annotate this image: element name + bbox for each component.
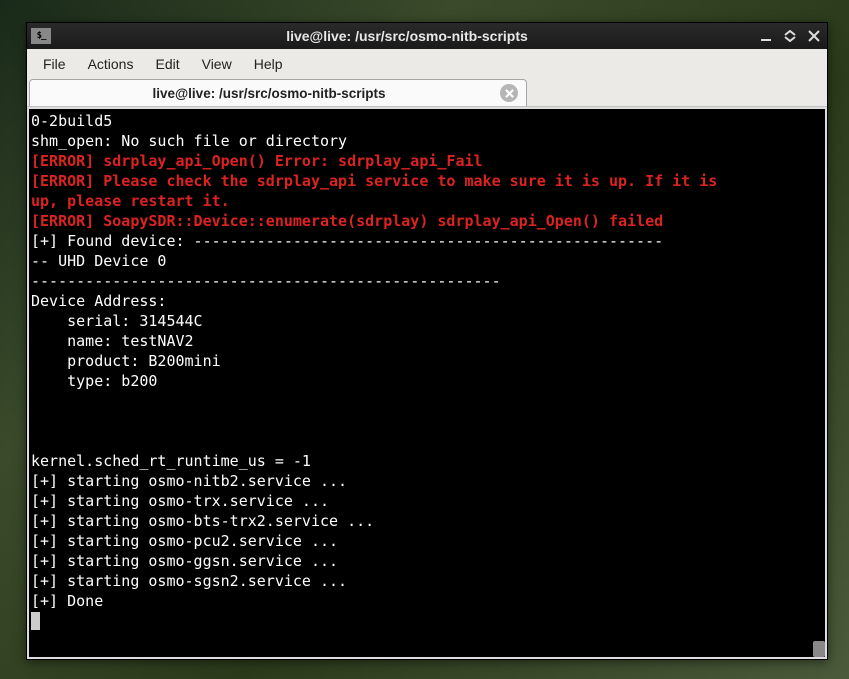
terminal-line: kernel.sched_rt_runtime_us = -1 — [31, 451, 823, 471]
terminal-line: name: testNAV2 — [31, 331, 823, 351]
tab-title: live@live: /usr/src/osmo-nitb-scripts — [38, 86, 500, 101]
terminal-line: [ERROR] Please check the sdrplay_api ser… — [31, 171, 823, 191]
terminal-scrollbar[interactable] — [813, 109, 825, 657]
terminal-cursor — [31, 612, 40, 630]
terminal-line: [+] starting osmo-nitb2.service ... — [31, 471, 823, 491]
terminal-output[interactable]: 0-2build5shm_open: No such file or direc… — [29, 109, 825, 657]
terminal-app-icon: $_ — [31, 28, 51, 44]
terminal-line: [+] starting osmo-pcu2.service ... — [31, 531, 823, 551]
maximize-icon — [784, 30, 796, 42]
menu-edit[interactable]: Edit — [145, 52, 189, 76]
terminal-container: 0-2build5shm_open: No such file or direc… — [27, 107, 827, 659]
terminal-line — [31, 391, 823, 411]
minimize-icon — [760, 30, 772, 42]
menu-help[interactable]: Help — [244, 52, 293, 76]
terminal-line: [+] Done — [31, 591, 823, 611]
window-controls — [757, 27, 823, 45]
titlebar[interactable]: $_ live@live: /usr/src/osmo-nitb-scripts — [27, 23, 827, 49]
menubar: File Actions Edit View Help — [27, 49, 827, 79]
menu-actions[interactable]: Actions — [78, 52, 144, 76]
terminal-line: [+] Found device: ----------------------… — [31, 231, 823, 251]
terminal-line: shm_open: No such file or directory — [31, 131, 823, 151]
close-icon — [808, 30, 820, 42]
terminal-line: [+] starting osmo-ggsn.service ... — [31, 551, 823, 571]
menu-view[interactable]: View — [192, 52, 242, 76]
close-button[interactable] — [805, 27, 823, 45]
terminal-line: 0-2build5 — [31, 111, 823, 131]
terminal-line: [ERROR] SoapySDR::Device::enumerate(sdrp… — [31, 211, 823, 231]
tab-bar: live@live: /usr/src/osmo-nitb-scripts — [27, 79, 827, 107]
terminal-tab[interactable]: live@live: /usr/src/osmo-nitb-scripts — [29, 79, 527, 106]
terminal-line: [ERROR] sdrplay_api_Open() Error: sdrpla… — [31, 151, 823, 171]
terminal-line — [31, 431, 823, 451]
terminal-line: product: B200mini — [31, 351, 823, 371]
window-title: live@live: /usr/src/osmo-nitb-scripts — [57, 28, 757, 44]
terminal-line: Device Address: — [31, 291, 823, 311]
terminal-line: [+] starting osmo-sgsn2.service ... — [31, 571, 823, 591]
terminal-window: $_ live@live: /usr/src/osmo-nitb-scripts… — [26, 22, 828, 660]
terminal-line: serial: 314544C — [31, 311, 823, 331]
terminal-line — [31, 411, 823, 431]
minimize-button[interactable] — [757, 27, 775, 45]
close-icon — [505, 89, 514, 98]
terminal-line: [+] starting osmo-bts-trx2.service ... — [31, 511, 823, 531]
maximize-button[interactable] — [781, 27, 799, 45]
scrollbar-thumb[interactable] — [813, 641, 825, 657]
menu-file[interactable]: File — [33, 52, 76, 76]
terminal-line: ----------------------------------------… — [31, 271, 823, 291]
terminal-line: -- UHD Device 0 — [31, 251, 823, 271]
terminal-line: up, please restart it. — [31, 191, 823, 211]
terminal-line: [+] starting osmo-trx.service ... — [31, 491, 823, 511]
terminal-cursor-line — [31, 611, 823, 631]
tab-close-button[interactable] — [500, 84, 518, 102]
terminal-line: type: b200 — [31, 371, 823, 391]
